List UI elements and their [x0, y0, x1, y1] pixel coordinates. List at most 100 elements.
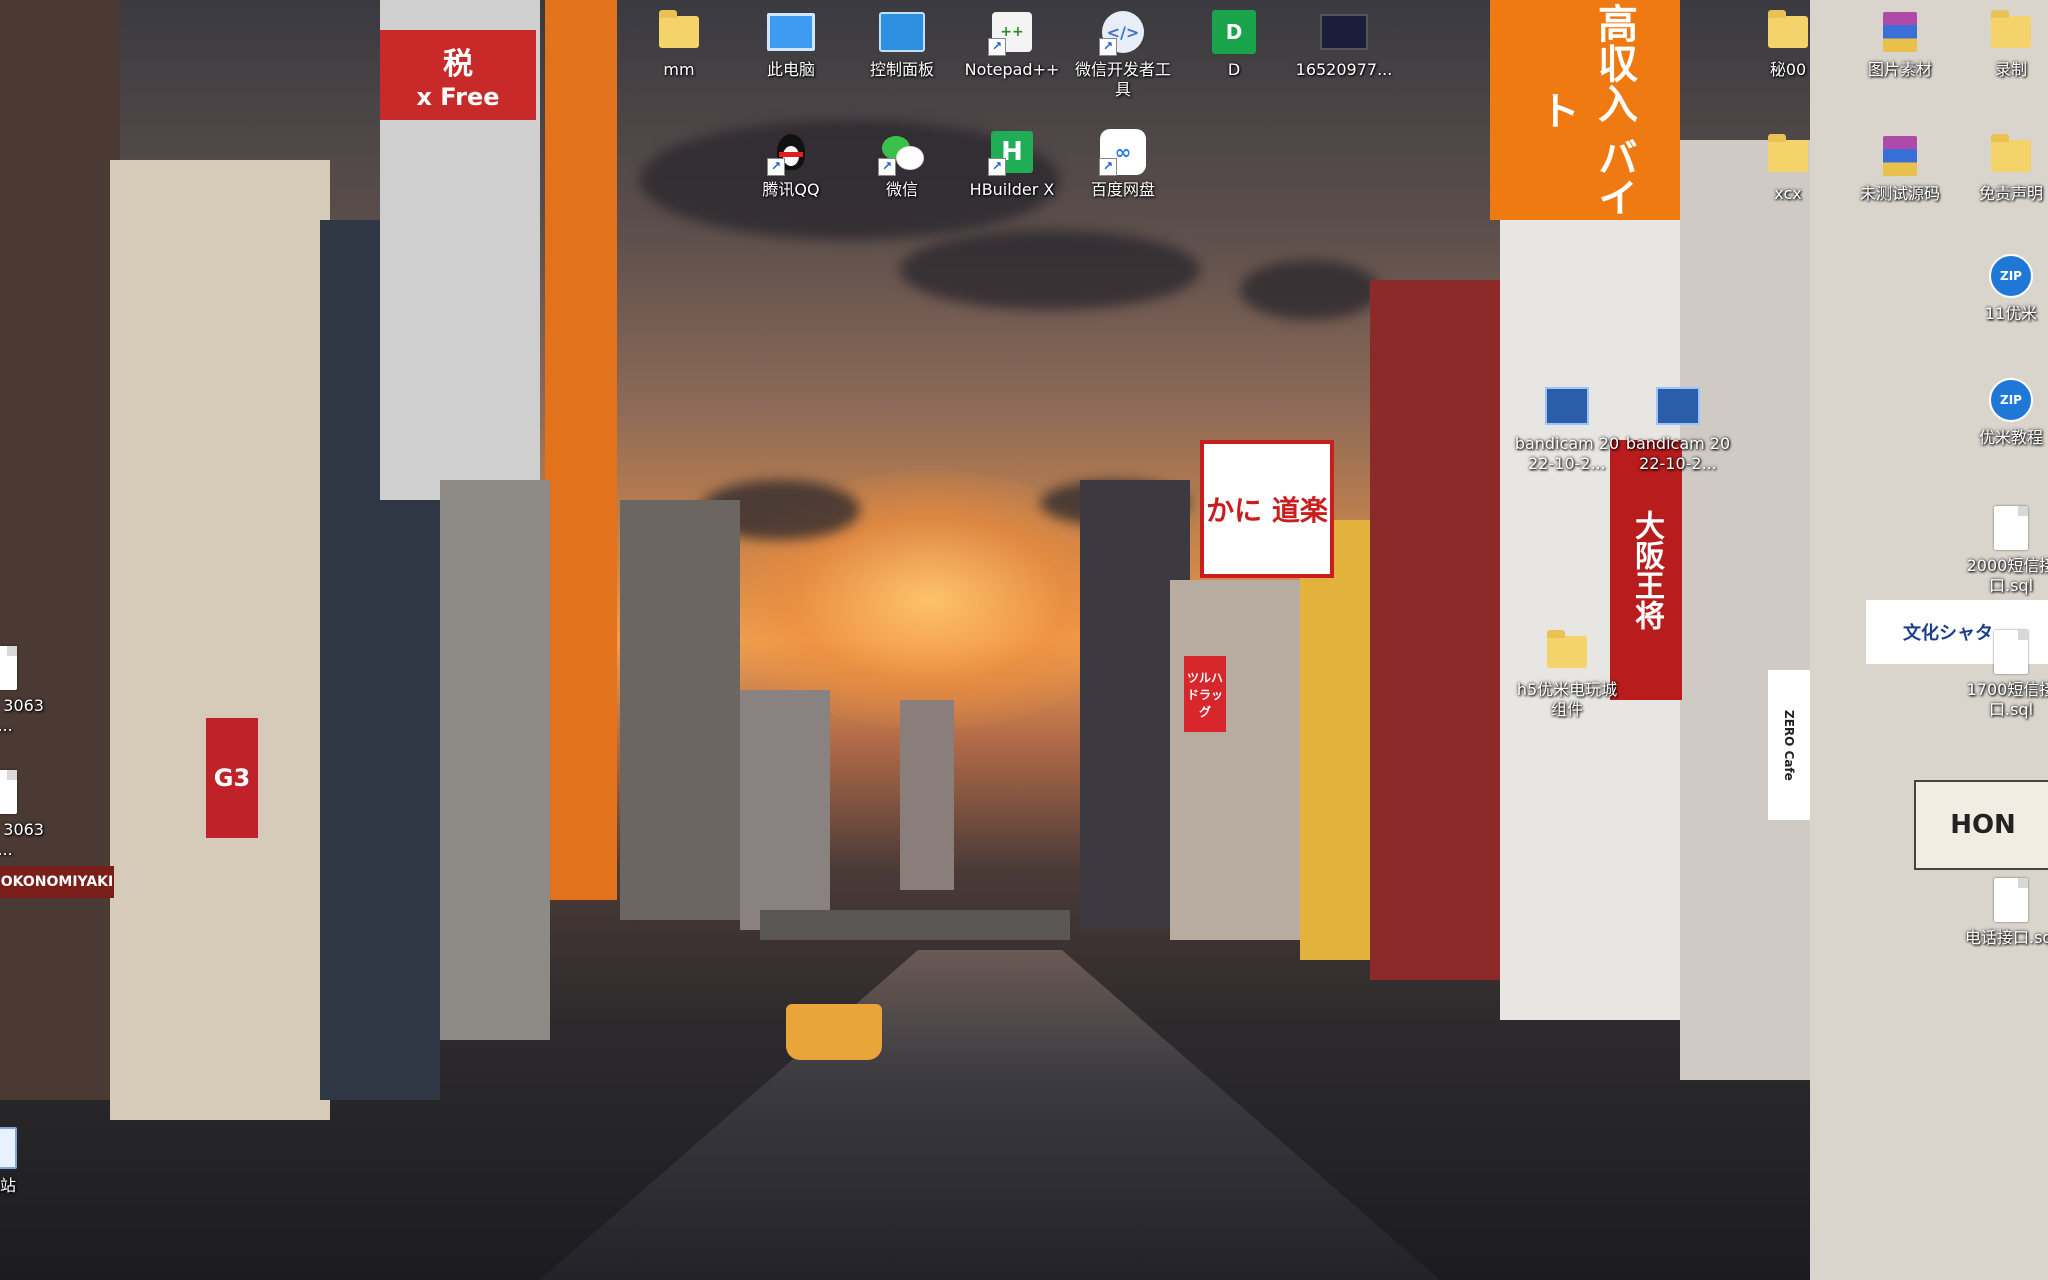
document-icon [0, 768, 24, 816]
desktop-icon-label: HBuilder X [969, 180, 1055, 199]
desktop-icon-recycle-bin[interactable]: 收站 [0, 1124, 54, 1196]
desktop-icon-screenshot-1[interactable]: 0截图 30630... [0, 644, 54, 736]
desktop-icon-bandicam-1[interactable]: bandicam 2022-10-2... [1513, 382, 1621, 474]
desktop-icon-bandicam-2[interactable]: bandicam 2022-10-2... [1624, 382, 1732, 474]
shortcut-arrow-icon: ↗ [767, 158, 785, 176]
desktop-icon-h5-components[interactable]: h5优米电玩城组件 [1513, 628, 1621, 720]
building-left-6 [620, 500, 740, 920]
video-file-icon [1654, 382, 1702, 430]
desktop-icon-wechat-devtools[interactable]: </> ↗ 微信开发者工具 [1069, 8, 1177, 100]
building-distant-tower [900, 700, 954, 890]
notepad-plus-plus-icon: ++ ↗ [988, 8, 1036, 56]
desktop-icon-label: xcx [1774, 184, 1802, 203]
sign-kani-doraku: かに 道楽 [1200, 440, 1334, 578]
desktop-icon-control-panel[interactable]: 控制面板 [848, 8, 956, 80]
document-icon [1987, 504, 2035, 552]
building-right-6 [1680, 140, 1820, 1080]
desktop-icon-wechat[interactable]: ↗ 微信 [848, 128, 956, 200]
desktop-icon-recording[interactable]: 录制 [1957, 8, 2048, 80]
desktop-icon-label: bandicam 2022-10-2... [1625, 434, 1731, 473]
desktop-icon-label: 0截图 30630... [0, 820, 44, 859]
folder-icon [1764, 8, 1812, 56]
desktop-icon-label: mm [663, 60, 695, 79]
rar-archive-icon [1876, 8, 1924, 56]
sign-g3: G3 [206, 718, 258, 838]
building-right-4 [1370, 280, 1510, 980]
desktop-icon-d[interactable]: D D [1180, 8, 1288, 80]
desktop-icon-baidu-netdisk[interactable]: ∞ ↗ 百度网盘 [1069, 128, 1177, 200]
desktop-icon-untested-source[interactable]: 未测试源码 [1846, 132, 1954, 204]
desktop-icon-label: 未测试源码 [1859, 184, 1940, 203]
desktop-icon-label: 此电脑 [766, 60, 815, 79]
crane-tower [545, 0, 617, 900]
building-left-1 [0, 0, 120, 1100]
desktop-icon-11-youmi[interactable]: ZIP 11优米 [1957, 252, 2048, 324]
desktop-icon-phone-api-sql[interactable]: 电话接口.sql [1957, 876, 2048, 948]
video-file-icon [1543, 382, 1591, 430]
desktop-icon-label: 录制 [1994, 60, 2027, 79]
desktop-icon-screenshot-2[interactable]: 0截图 30630... [0, 768, 54, 860]
desktop-icon-mi00[interactable]: 秘00 [1734, 8, 1842, 80]
desktop-icon-label: 优米教程 [1978, 428, 2043, 447]
desktop-icon-label: 收站 [0, 1176, 16, 1195]
folder-icon [1543, 628, 1591, 676]
computer-icon [767, 8, 815, 56]
desktop-icon-label: 2000短信接口.sql [1966, 556, 2048, 595]
folder-icon [1987, 8, 2035, 56]
sign-okonomiyaki: OKONOMIYAKI [0, 866, 114, 898]
desktop-icon-label: 0截图 30630... [0, 696, 44, 735]
sign-honda: HON [1914, 780, 2048, 870]
shortcut-arrow-icon: ↗ [878, 158, 896, 176]
shortcut-arrow-icon: ↗ [988, 158, 1006, 176]
desktop-icon-notepad-plus-plus[interactable]: ++ ↗ Notepad++ [958, 8, 1066, 80]
building-right-2 [1170, 580, 1300, 940]
shortcut-arrow-icon: ↗ [1099, 38, 1117, 56]
building-left-7 [740, 690, 830, 930]
shortcut-arrow-icon: ↗ [1099, 158, 1117, 176]
document-icon [1987, 876, 2035, 924]
zip-archive-icon: ZIP [1987, 252, 2035, 300]
desktop-icon-label: 16520977... [1295, 60, 1393, 79]
desktop-icon-label: 秘00 [1769, 60, 1807, 79]
desktop-icon-xcx[interactable]: xcx [1734, 132, 1842, 204]
wechat-devtools-icon: </> ↗ [1099, 8, 1147, 56]
shortcut-arrow-icon: ↗ [988, 38, 1006, 56]
sign-high-pay: 高収入 バイト [1490, 0, 1680, 220]
tour-boat [786, 1004, 882, 1060]
folder-icon [1764, 132, 1812, 180]
desktop-icon-this-pc[interactable]: 此电脑 [737, 8, 845, 80]
desktop-icon-sms-1700-sql[interactable]: 1700短信接口.sql [1957, 628, 2048, 720]
building-left-5 [440, 480, 550, 1040]
desktop-icon-label: 微信 [885, 180, 918, 199]
desktop-icon-label: Notepad++ [964, 60, 1060, 79]
sign-drugstore: ツルハ ドラッグ [1184, 656, 1226, 732]
desktop-icon-label: 图片素材 [1867, 60, 1932, 79]
desktop-icon-label: 控制面板 [869, 60, 934, 79]
image-file-icon [1320, 8, 1368, 56]
app-d-icon: D [1210, 8, 1258, 56]
desktop-icon-image-file[interactable]: 16520977... [1290, 8, 1398, 80]
desktop[interactable]: 税 x Free かに 道楽 ツルハ ドラッグ 大阪王将 高収入 バイト ZER… [0, 0, 2048, 1280]
folder-icon [1987, 132, 2035, 180]
bridge [760, 910, 1070, 940]
desktop-icon-youmi-tutorial[interactable]: ZIP 优米教程 [1957, 376, 2048, 448]
desktop-icon-label: 免责声明 [1978, 184, 2043, 203]
cloud [900, 230, 1200, 310]
desktop-icon-label: D [1227, 60, 1241, 79]
desktop-icon-label: h5优米电玩城组件 [1516, 680, 1618, 719]
document-icon [0, 644, 24, 692]
baidu-netdisk-icon: ∞ ↗ [1099, 128, 1147, 176]
desktop-icon-tencent-qq[interactable]: ↗ 腾讯QQ [737, 128, 845, 200]
cloud [1240, 260, 1380, 320]
wechat-icon: ↗ [878, 128, 926, 176]
control-panel-icon [878, 8, 926, 56]
desktop-icon-sms-2000-sql[interactable]: 2000短信接口.sql [1957, 504, 2048, 596]
desktop-icon-label: 微信开发者工具 [1074, 60, 1171, 99]
desktop-icon-disclaimer[interactable]: 免责声明 [1957, 132, 2048, 204]
desktop-icon-hbuilder-x[interactable]: H ↗ HBuilder X [958, 128, 1066, 200]
desktop-icon-image-assets[interactable]: 图片素材 [1846, 8, 1954, 80]
sign-tax-free: 税 x Free [380, 30, 536, 120]
desktop-icon-mm[interactable]: mm [625, 8, 733, 80]
qq-penguin-icon: ↗ [767, 128, 815, 176]
desktop-icon-label: 电话接口.sql [1964, 928, 2048, 947]
